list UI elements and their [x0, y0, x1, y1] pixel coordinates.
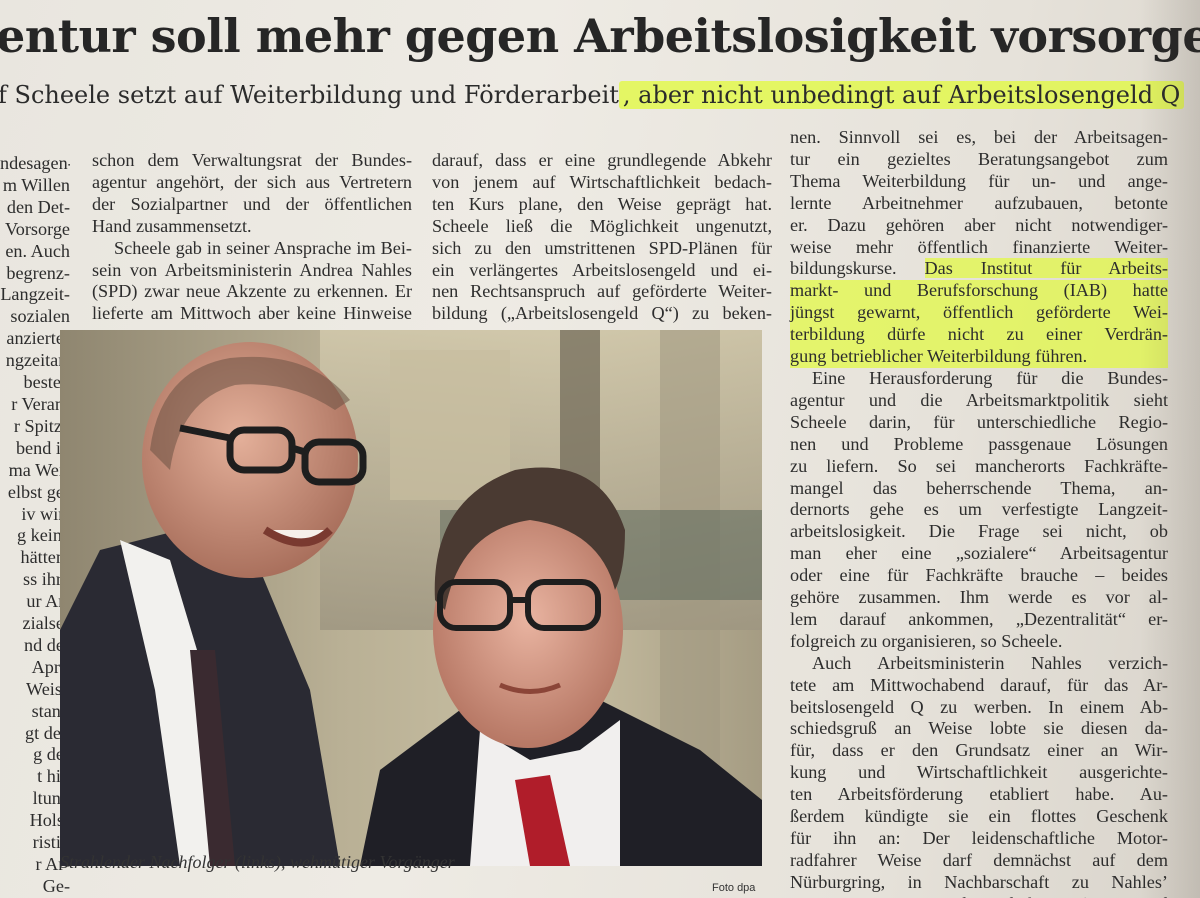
col4-line: er. Dazu gehören aber nicht notwendiger- [790, 214, 1168, 235]
photo-window [390, 350, 510, 500]
col1-line: den Det- [6, 196, 70, 217]
col3-line: sich zu den umstrittenen SPD-Plänen für [432, 237, 772, 258]
col1-line: Ge- [42, 875, 70, 896]
col4-line: arbeitslosigkeit. Die Frage sei nicht, o… [790, 521, 1168, 542]
col4-line: für ihn an: Der leidenschaftliche Motor- [790, 828, 1168, 848]
col2-line: Hand zusammensetzt. [92, 215, 252, 236]
col4-marked-line: gung betrieblicher Weiterbildung führen. [790, 346, 1168, 368]
col4-line: Heimat, seine Runden drehen. („Mr. und [790, 894, 1168, 898]
col4-line: Thema Weiterbildung für un- und ange- [790, 170, 1168, 191]
photo-illustration [60, 330, 762, 866]
col2-line: schon dem Verwaltungsrat der Bundes- [92, 150, 412, 170]
col4-line: radfahrer Weise darf demnächst auf dem [790, 849, 1168, 870]
column-2: schon dem Verwaltungsrat der Bundes-agen… [92, 150, 412, 325]
col1-line: Vorsorge [4, 218, 70, 239]
photo-caption: Strahlender Nachfolger (links), wehmütig… [60, 852, 455, 872]
col1-line: Langzeit- [0, 284, 70, 305]
col1-line: m Willen [2, 174, 70, 195]
col3-line: bildung („Arbeitslosengeld Q“) zu beken- [432, 303, 772, 324]
photo [60, 330, 762, 866]
col4-line: Nürburgring, in Nachbarschaft zu Nahles’ [790, 871, 1168, 892]
col4-marked-line: markt- und Berufsforschung (IAB) hatte [790, 280, 1168, 303]
col3-line: darauf, dass er eine grundlegende Abkehr [432, 150, 772, 170]
col4-line: Auch Arbeitsministerin Nahles verzich- [812, 652, 1168, 673]
column-3: darauf, dass er eine grundlegende Abkehr… [432, 150, 772, 325]
col4-line-marked: Das Institut für Arbeits- [924, 258, 1168, 279]
col2-line: der Sozialpartner und der öffentlichen [92, 193, 412, 214]
col4-line: ßerdem kündigte sie ein flottes Geschenk [790, 806, 1168, 827]
col2-para-2: Scheele gab in seiner Ansprache im Bei-s… [92, 238, 412, 326]
col4-para-2: Eine Herausforderung für die Bundes-agen… [790, 368, 1168, 653]
col4-line: für, dass er den Grundsatz einer an Wir- [790, 740, 1168, 761]
subheadline-text: f Scheele setzt auf Weiterbildung und Fö… [0, 81, 619, 109]
newspaper-page: entur soll mehr gegen Arbeitslosigkeit v… [0, 0, 1200, 898]
col4-marked-passage: markt- und Berufsforschung (IAB) hatte jü… [790, 280, 1168, 368]
col4-para-1: nen. Sinnvoll sei es, bei der Arbeitsage… [790, 127, 1168, 258]
col4-line: kung und Wirtschaftlichkeit ausgerichte- [790, 762, 1168, 783]
col3-line: von jenem auf Wirtschaftlichkeit bedach- [432, 171, 772, 192]
col4-line: tur ein gezieltes Beratungsangebot zum [790, 148, 1168, 169]
col1-line: begrenz- [6, 262, 70, 283]
col2-line: Scheele gab in seiner Ansprache im Bei- [114, 237, 412, 258]
col4-para-3: Auch Arbeitsministerin Nahles verzich-te… [790, 653, 1168, 898]
col4-line: schiedsgruß an Weise lobte sie diesen da… [790, 718, 1168, 739]
col2-line: lieferte am Mittwoch aber keine Hinweise [92, 303, 412, 324]
col4-line: ten Arbeitsförderung etabliert habe. Au- [790, 784, 1168, 805]
col3-line: ten Kurs plane, den Weise geprägt hat. [432, 193, 772, 214]
col4-line: tete am Mittwochabend darauf, für das Ar… [790, 674, 1168, 695]
headline: entur soll mehr gegen Arbeitslosigkeit v… [0, 9, 1200, 63]
col4-line: Scheele darin, für unterschiedliche Regi… [790, 411, 1168, 432]
column-4: nen. Sinnvoll sei es, bei der Arbeitsage… [790, 127, 1168, 898]
col2-line: sein von Arbeitsministerin Andrea Nahles [92, 259, 412, 280]
photo-credit: Foto dpa [712, 882, 756, 894]
col3-line: nen Rechtsanspruch auf geförderte Weiter… [432, 281, 772, 302]
col4-line: lem darauf ankommen, „Dezentralität“ er- [790, 608, 1168, 629]
col1-line: sozialen [10, 306, 70, 327]
col1-line: en. Auch [5, 240, 70, 261]
photo-pillar [560, 330, 600, 490]
col2-para-1: schon dem Verwaltungsrat der Bundes-agen… [92, 150, 412, 238]
col2-line: (SPD) zwar neue Akzente zu erkennen. Er [92, 281, 412, 302]
col4-line-plain: bildungskurse. [790, 258, 925, 279]
col4-line: nen und Probleme passgenaue Lösungen [790, 433, 1168, 454]
col1-line: ndesagen- [0, 153, 70, 173]
col4-line: beitslosengeld Q zu werben. In einem Ab- [790, 696, 1168, 717]
col4-line: folgreich zu organisieren, so Scheele. [790, 630, 1063, 651]
col4-line: Eine Herausforderung für die Bundes- [812, 367, 1168, 388]
col4-line: agentur und die Arbeitsmarktpolitik sieh… [790, 389, 1168, 410]
subheadline-highlighted: , aber nicht unbedingt auf Arbeitsloseng… [618, 81, 1185, 109]
col4-line: dernorts gehe es um verfestigte Langzeit… [790, 499, 1168, 520]
col4-line: gehöre zusammen. Ihm werde es vor al- [790, 587, 1168, 608]
col4-marked-line: jüngst gewarnt, öffentlich geförderte We… [790, 302, 1168, 325]
col2-line: agentur angehört, der sich aus Vertreter… [92, 171, 412, 192]
col3-line: Scheele ließ die Möglichkeit ungenutzt, [432, 215, 772, 236]
col4-line: oder eine für Fachkräfte brauche – beide… [790, 565, 1168, 586]
col4-line: bildungskurse. Das Institut für Arbeits- [790, 258, 1168, 280]
col4-marked-line: terbildung dürfe nicht zu einer Verdrän- [790, 324, 1168, 347]
col3-line: ein verlängertes Arbeitslosengeld und ei… [432, 259, 772, 280]
col4-line: zu liefern. So sei mancherorts Fachkräft… [790, 455, 1168, 476]
subheadline: f Scheele setzt auf Weiterbildung und Fö… [0, 76, 1188, 114]
col4-line: man eher eine „sozialere“ Arbeitsagentur [790, 543, 1168, 564]
col4-line: nen. Sinnvoll sei es, bei der Arbeitsage… [790, 127, 1168, 147]
col4-line: weise mehr öffentlich finanzierte Weiter… [790, 236, 1168, 257]
col4-line: lernte Arbeitnehmer aufzubauen, betonte [790, 192, 1168, 213]
col4-line: mangel das beherrschende Thema, an- [790, 477, 1168, 498]
